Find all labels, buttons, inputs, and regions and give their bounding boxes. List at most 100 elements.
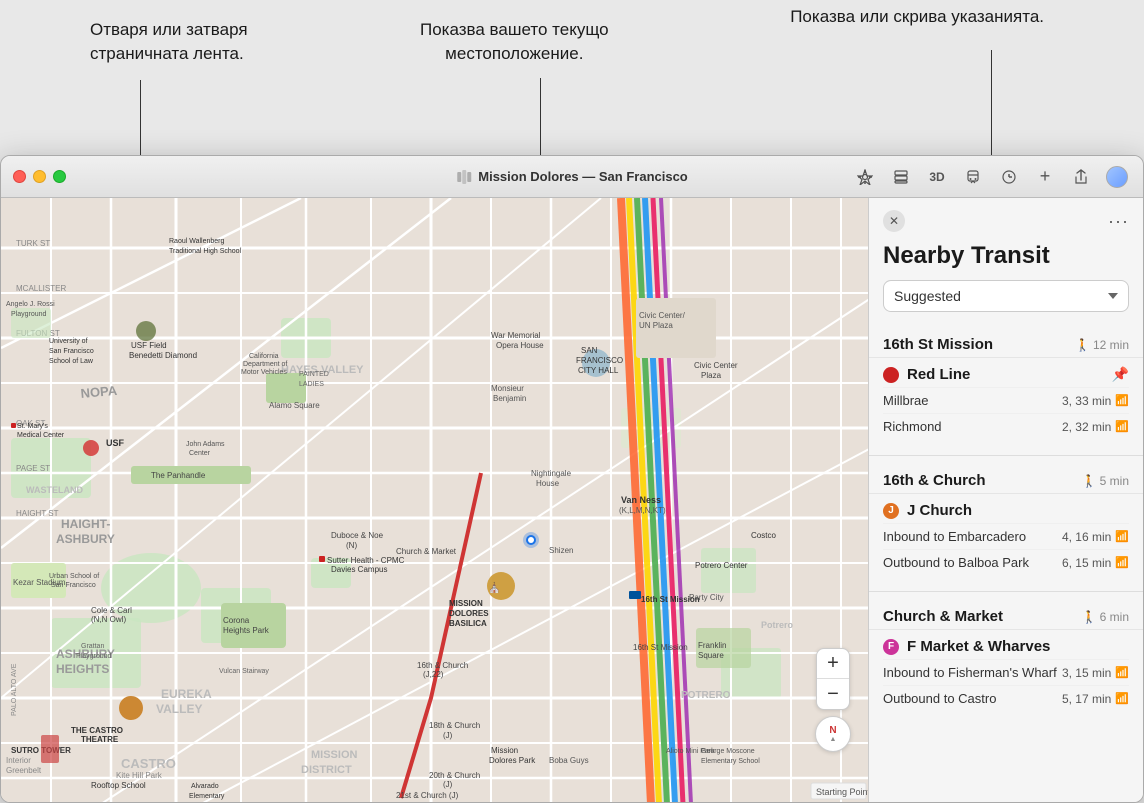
avatar-toolbar-button[interactable]: [1103, 166, 1131, 188]
direction-destination: Outbound to Castro: [883, 691, 996, 706]
svg-text:Boba Guys: Boba Guys: [549, 756, 589, 765]
map-icon: [456, 169, 472, 185]
svg-text:Nightingale: Nightingale: [531, 469, 572, 478]
svg-text:Department of: Department of: [243, 361, 287, 368]
route-name: Red Line: [907, 366, 970, 383]
svg-text:Vulcan Stairway: Vulcan Stairway: [219, 668, 269, 675]
svg-text:VALLEY: VALLEY: [156, 702, 202, 716]
direction-destination: Outbound to Balboa Park: [883, 555, 1029, 570]
nearby-transit-sidebar: ✕ ··· Nearby Transit Suggested 16th St M…: [868, 198, 1143, 802]
share-toolbar-button[interactable]: [1067, 166, 1095, 188]
svg-text:Playground: Playground: [11, 311, 47, 318]
svg-text:Potrero Center: Potrero Center: [695, 561, 748, 570]
threed-toolbar-button[interactable]: 3D: [923, 166, 951, 188]
station-name: 16th & Church: [883, 472, 986, 489]
direction-destination: Inbound to Embarcadero: [883, 529, 1026, 544]
direction-time: 6, 15 min 📶: [1062, 556, 1129, 570]
svg-text:House: House: [536, 479, 560, 488]
map-container: TURK ST MCALLISTER FULTON ST OAK ST PAGE…: [1, 198, 1143, 802]
svg-text:POTRERO: POTRERO: [681, 690, 731, 701]
realtime-icon: 📶: [1115, 692, 1129, 705]
svg-text:Potrero: Potrero: [761, 620, 794, 630]
close-icon: ✕: [889, 214, 899, 228]
svg-text:16th St Mission: 16th St Mission: [633, 643, 688, 652]
maximize-button[interactable]: [53, 170, 66, 183]
transit-toolbar-button[interactable]: [959, 166, 987, 188]
route-name: J Church: [907, 502, 972, 519]
filter-dropdown[interactable]: Suggested: [883, 280, 1129, 312]
svg-text:Sutter Health - CPMC: Sutter Health - CPMC: [327, 556, 405, 565]
station-16th-church: 16th & Church 🚶 5 min J J Church Inbound…: [869, 460, 1143, 587]
route-color-dot: [883, 367, 899, 383]
compass-button[interactable]: N ▲: [815, 716, 851, 752]
titlebar: Mission Dolores — San Francisco: [1, 156, 1143, 198]
svg-text:Kite Hill Park: Kite Hill Park: [116, 771, 163, 780]
svg-text:LADIES: LADIES: [299, 381, 324, 388]
direction-embarcadero: Inbound to Embarcadero 4, 16 min 📶: [883, 523, 1129, 549]
svg-text:TURK ST: TURK ST: [16, 239, 50, 248]
direction-destination: Inbound to Fisherman's Wharf: [883, 665, 1057, 680]
svg-text:⛪: ⛪: [488, 581, 500, 594]
annotation-location: Показва вашето текущоместоположение.: [420, 18, 609, 66]
location-toolbar-button[interactable]: [851, 166, 879, 188]
annotation-sidebar: Отваря или затварястраничната лента.: [90, 18, 248, 66]
svg-text:MISSION: MISSION: [449, 599, 483, 608]
map-svg: TURK ST MCALLISTER FULTON ST OAK ST PAGE…: [1, 198, 871, 802]
svg-text:(J): (J): [443, 731, 453, 740]
svg-text:San Francisco: San Francisco: [49, 348, 94, 355]
svg-text:18th & Church: 18th & Church: [429, 721, 480, 730]
svg-text:Raoul Wallenberg: Raoul Wallenberg: [169, 238, 224, 245]
close-button[interactable]: [13, 170, 26, 183]
svg-text:HEIGHTS: HEIGHTS: [56, 662, 109, 676]
sidebar-more-button[interactable]: ···: [1108, 211, 1129, 232]
sidebar-close-button[interactable]: ✕: [883, 210, 905, 232]
svg-text:Van Ness: Van Ness: [621, 495, 661, 505]
direction-destination: Richmond: [883, 419, 942, 434]
minimize-button[interactable]: [33, 170, 46, 183]
svg-text:St. Mary's: St. Mary's: [17, 423, 48, 430]
zoom-in-button[interactable]: +: [817, 649, 849, 679]
svg-text:Cole & Carl: Cole & Carl: [91, 606, 132, 615]
route-j-church: J J Church Inbound to Embarcadero 4, 16 …: [869, 493, 1143, 583]
layers-toolbar-button[interactable]: [887, 166, 915, 188]
svg-text:HAIGHT-: HAIGHT-: [61, 517, 110, 531]
station-16th-st-mission: 16th St Mission 🚶 12 min Red Line 📌 Mill…: [869, 324, 1143, 451]
svg-text:EUREKA: EUREKA: [161, 687, 212, 701]
svg-text:Interior: Interior: [6, 756, 31, 765]
zoom-controls: + −: [816, 648, 850, 710]
svg-text:Starting Point: Starting Point: [816, 787, 871, 797]
sidebar-title: Nearby Transit: [869, 240, 1143, 280]
svg-text:Corona: Corona: [223, 616, 250, 625]
svg-text:THE CASTRO: THE CASTRO: [71, 726, 123, 735]
svg-text:20th & Church: 20th & Church: [429, 771, 480, 780]
svg-text:Square: Square: [698, 651, 724, 660]
map-controls: + − N ▲: [815, 648, 851, 752]
svg-text:Traditional High School: Traditional High School: [169, 248, 242, 255]
station-walk-time: 🚶 5 min: [1082, 474, 1129, 488]
svg-text:(J): (J): [443, 780, 453, 789]
svg-text:Monsieur: Monsieur: [491, 384, 524, 393]
realtime-icon: 📶: [1115, 530, 1129, 543]
svg-text:John Adams: John Adams: [186, 441, 225, 448]
clock-toolbar-button[interactable]: [995, 166, 1023, 188]
route-f-market: F F Market & Wharves Inbound to Fisherma…: [869, 629, 1143, 719]
walk-icon: 🚶: [1075, 338, 1090, 352]
zoom-out-button[interactable]: −: [817, 679, 849, 709]
svg-text:SAN: SAN: [581, 346, 598, 355]
svg-text:Civic Center: Civic Center: [694, 361, 738, 370]
plus-toolbar-button[interactable]: +: [1031, 166, 1059, 188]
station-header: Church & Market 🚶 6 min: [869, 600, 1143, 629]
direction-time: 5, 17 min 📶: [1062, 692, 1129, 706]
svg-text:16th & Church: 16th & Church: [417, 661, 468, 670]
station-walk-time: 🚶 6 min: [1082, 610, 1129, 624]
direction-richmond: Richmond 2, 32 min 📶: [883, 413, 1129, 439]
svg-text:BASILICA: BASILICA: [449, 619, 487, 628]
svg-text:MISSION: MISSION: [311, 749, 358, 761]
realtime-icon: 📶: [1115, 556, 1129, 569]
svg-text:Costco: Costco: [751, 531, 776, 540]
station-name: Church & Market: [883, 608, 1003, 625]
walk-icon: 🚶: [1082, 474, 1097, 488]
svg-text:CITY HALL: CITY HALL: [578, 366, 619, 375]
station-header: 16th & Church 🚶 5 min: [869, 464, 1143, 493]
traffic-lights: [13, 170, 66, 183]
